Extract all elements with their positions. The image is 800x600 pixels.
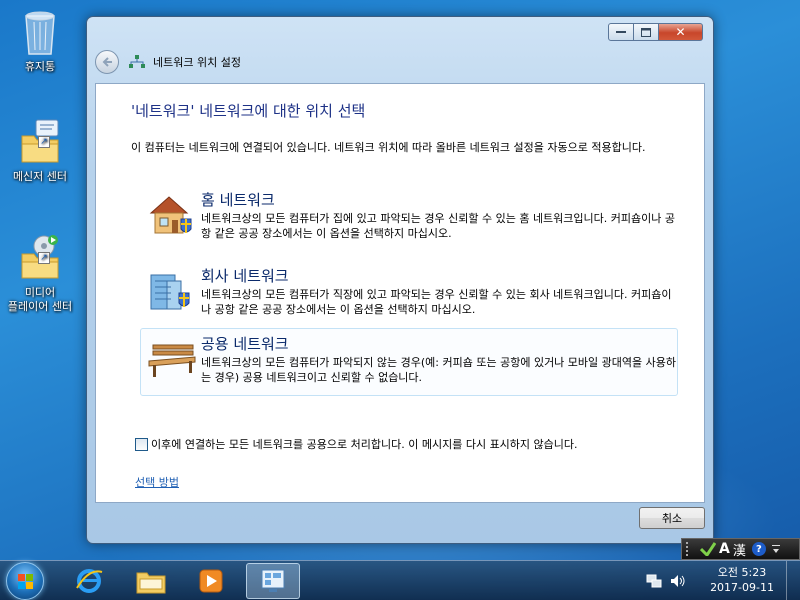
desktop-icon-label: 메신저 센터 xyxy=(12,170,68,183)
option-title: 홈 네트워크 xyxy=(201,191,275,209)
taskbar: 오전 5:23 2017-09-11 xyxy=(0,560,800,600)
back-button[interactable] xyxy=(95,50,119,74)
window-title: 네트워크 위치 설정 xyxy=(129,54,241,70)
desktop-icon-label: 휴지통 xyxy=(24,60,56,73)
option-home-network[interactable]: 홈 네트워크 네트워크상의 모든 컴퓨터가 집에 있고 파악되는 경우 신뢰할 … xyxy=(140,184,678,252)
internet-explorer-icon xyxy=(76,569,103,593)
checkbox-label: 이후에 연결하는 모든 네트워크를 공용으로 처리합니다. 이 메시지를 다시 … xyxy=(151,438,578,451)
maximize-button[interactable] xyxy=(634,23,659,41)
cancel-button[interactable]: 취소 xyxy=(639,507,705,529)
show-desktop-button[interactable] xyxy=(786,561,800,600)
minimize-button[interactable] xyxy=(608,23,634,41)
shortcut-arrow-icon: ↗ xyxy=(38,252,50,264)
desktop-icon-media-player-center[interactable]: ↗ 미디어 플레이어 센터 xyxy=(0,234,80,314)
windows-logo-icon xyxy=(18,574,33,589)
shortcut-arrow-icon: ↗ xyxy=(38,136,50,148)
option-title: 회사 네트워크 xyxy=(201,267,289,285)
network-settings-icon xyxy=(261,569,285,592)
taskbar-internet-explorer[interactable] xyxy=(62,563,116,599)
dialog-content: '네트워크' 네트워크에 대한 위치 선택 이 컴퓨터는 네트워크에 연결되어 … xyxy=(95,83,705,503)
option-public-network[interactable]: 공용 네트워크 네트워크상의 모든 컴퓨터가 파악되지 않는 경우(예: 커피숍… xyxy=(140,328,678,396)
taskbar-explorer[interactable] xyxy=(124,563,178,599)
home-network-icon xyxy=(149,196,192,234)
close-icon: ✕ xyxy=(675,25,686,39)
button-strip: 취소 xyxy=(95,503,705,537)
input-mode-a[interactable]: A xyxy=(719,541,730,557)
window-controls: ✕ xyxy=(608,23,703,41)
langbar-grip[interactable] xyxy=(686,542,696,556)
taskbar-media-player[interactable] xyxy=(184,563,238,599)
back-arrow-icon xyxy=(102,57,112,67)
page-heading: '네트워크' 네트워크에 대한 위치 선택 xyxy=(131,102,366,120)
taskbar-network-location[interactable] xyxy=(246,563,300,599)
folder-icon xyxy=(136,572,166,594)
network-icon xyxy=(129,55,145,68)
ime-tool-icon[interactable] xyxy=(700,542,716,556)
window-title-text: 네트워크 위치 설정 xyxy=(153,56,241,69)
maximize-icon xyxy=(641,27,651,37)
public-default-checkbox-row[interactable]: 이후에 연결하는 모든 네트워크를 공용으로 처리합니다. 이 메시지를 다시 … xyxy=(135,436,578,452)
clock[interactable]: 오전 5:23 2017-09-11 xyxy=(710,565,774,595)
park-bench-icon xyxy=(148,344,196,377)
clock-date: 2017-09-11 xyxy=(710,581,774,594)
intro-text: 이 컴퓨터는 네트워크에 연결되어 있습니다. 네트워크 위치에 따라 올바른 … xyxy=(131,141,646,154)
network-location-window: ✕ 네트워크 위치 설정 '네트워크' 네트워크에 대한 위치 선택 이 컴퓨터… xyxy=(86,16,714,544)
address-bar: 네트워크 위치 설정 xyxy=(95,47,705,77)
how-to-choose-link[interactable]: 선택 방법 xyxy=(135,474,179,490)
language-bar: A 漢 ? xyxy=(681,538,800,560)
help-icon[interactable]: ? xyxy=(751,542,766,556)
desktop-icon-messenger-center[interactable]: ↗ 메신저 센터 xyxy=(0,118,80,184)
option-work-network[interactable]: 회사 네트워크 네트워크상의 모든 컴퓨터가 직장에 있고 파악되는 경우 신뢰… xyxy=(140,260,678,328)
recycle-bin-icon xyxy=(25,11,55,55)
clock-time: 오전 5:23 xyxy=(717,566,767,579)
desktop-icon-label: 미디어 플레이어 센터 xyxy=(7,286,73,313)
option-description: 네트워크상의 모든 컴퓨터가 집에 있고 파악되는 경우 신뢰할 수 있는 홈 … xyxy=(201,212,675,240)
langbar-options-icon[interactable] xyxy=(771,542,780,556)
work-network-icon xyxy=(150,274,190,310)
public-default-checkbox[interactable] xyxy=(135,437,148,451)
option-description: 네트워크상의 모든 컴퓨터가 직장에 있고 파악되는 경우 신뢰할 수 있는 회… xyxy=(201,288,672,316)
desktop-icon-recycle-bin[interactable]: 휴지통 xyxy=(0,8,80,74)
network-tray-icon[interactable] xyxy=(646,574,662,588)
minimize-icon xyxy=(616,31,626,33)
media-player-icon xyxy=(199,569,223,593)
option-title: 공용 네트워크 xyxy=(201,335,289,353)
system-tray: 오전 5:23 2017-09-11 xyxy=(640,561,800,600)
hanja-convert[interactable]: 漢 xyxy=(733,540,746,559)
option-description: 네트워크상의 모든 컴퓨터가 파악되지 않는 경우(예: 커피숍 또는 공항에 … xyxy=(201,356,676,384)
start-button[interactable] xyxy=(6,562,44,600)
close-button[interactable]: ✕ xyxy=(659,23,703,41)
volume-icon[interactable] xyxy=(670,574,686,588)
